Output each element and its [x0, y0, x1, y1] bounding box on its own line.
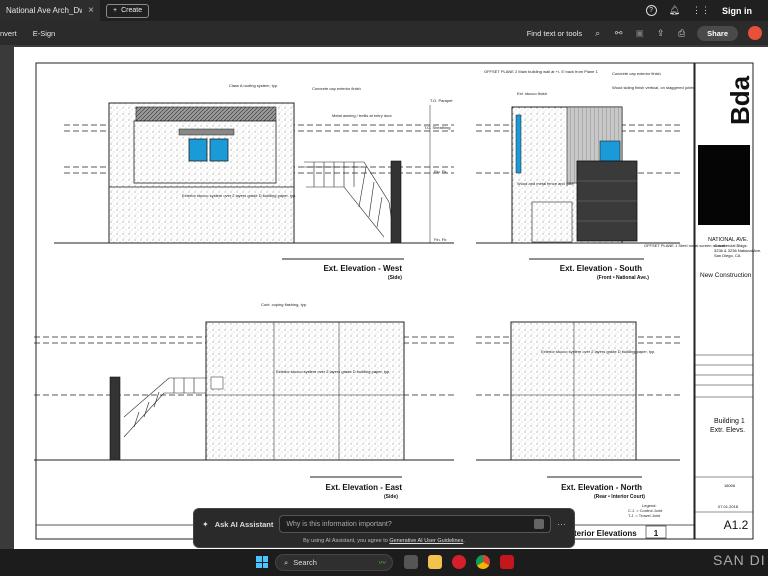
- north-elevation-subtitle: (Rear • Interior Court): [594, 494, 645, 500]
- south-elevation-title: Ext. Elevation - South: [560, 264, 642, 273]
- sheet-number: A1.2: [724, 518, 749, 532]
- sheet-title-partial: terior Elevations: [574, 529, 637, 538]
- search-icon[interactable]: ⌕: [592, 28, 603, 39]
- task-view-icon[interactable]: [404, 555, 418, 569]
- share-button[interactable]: Share: [697, 25, 738, 41]
- note-south-offset: OFFSET PLANE 2 Main building wall at +/-…: [484, 69, 599, 74]
- title-bar-right: ? 🔔︎ ⋮⋮ Sign in: [645, 5, 768, 16]
- esign-menu[interactable]: E-Sign: [25, 29, 64, 38]
- tab-title: National Ave Arch_Dwg...: [6, 6, 83, 15]
- sheet-date: 07.01.2018: [718, 504, 739, 509]
- ai-question-input[interactable]: Why is this information important?: [279, 515, 551, 533]
- plus-icon: +: [113, 7, 118, 14]
- find-tools-label[interactable]: Find text or tools: [527, 29, 582, 38]
- taskbar: ⌕ Search 〰 SAN DI: [0, 549, 768, 576]
- send-icon[interactable]: [534, 519, 544, 529]
- ai-question-placeholder: Why is this information important?: [286, 520, 392, 528]
- sheet-description: Extr. Elevs.: [710, 427, 745, 434]
- acrobat-icon[interactable]: [500, 555, 514, 569]
- document-viewport[interactable]: T.O. Parapet T.O. Sheathing Fin. Flr. Fi…: [0, 45, 768, 549]
- north-elevation: Exterior stucco system over 2 layers gra…: [476, 321, 680, 518]
- note-south-fence: Wood and metal fence and gate: [517, 181, 574, 186]
- note-west-cap: Concrete cap exterior finish: [312, 86, 361, 91]
- west-elevation-subtitle: (Side): [388, 275, 402, 281]
- bell-icon[interactable]: 🔔︎: [669, 5, 680, 16]
- convert-menu[interactable]: nvert: [0, 29, 25, 38]
- ai-assistant-icon: ✦: [202, 519, 209, 529]
- sign-in-button[interactable]: Sign in: [722, 6, 752, 16]
- level-label-parapet: T.O. Parapet: [430, 98, 453, 103]
- app-window: National Ave Arch_Dwg... × + Create ? 🔔︎…: [0, 0, 768, 576]
- upload-icon[interactable]: ⇪: [655, 28, 666, 39]
- west-elevation-title: Ext. Elevation - West: [323, 264, 402, 273]
- east-elevation-subtitle: (Side): [384, 494, 398, 500]
- search-highlight-icon: 〰: [378, 558, 387, 567]
- note-south-plane1: OFFSET PLANE 1 Steel metal screen on wal…: [644, 243, 725, 248]
- architectural-drawing: T.O. Parapet T.O. Sheathing Fin. Flr. Fi…: [34, 62, 761, 540]
- search-icon: ⌕: [284, 557, 289, 567]
- ai-assistant-label: Ask AI Assistant: [214, 519, 274, 529]
- level-label-flr2: Fin. Flr.: [434, 169, 447, 174]
- level-label-sheathing: T.O. Sheathing: [424, 125, 450, 130]
- building-label: Building 1: [714, 418, 745, 425]
- level-label-flr1: Fin. Flr.: [434, 237, 447, 242]
- help-icon[interactable]: ?: [645, 5, 657, 16]
- east-elevation-title: Ext. Elevation - East: [326, 483, 403, 492]
- create-button[interactable]: + Create: [106, 3, 150, 18]
- note-north-stucco: Exterior stucco system over 2 layers gra…: [541, 349, 655, 354]
- toolbar-right: Find text or tools ⌕ ⚯ ▣ ⇪ ⎙ Share: [527, 25, 768, 41]
- apps-grid-icon[interactable]: ⋮⋮: [692, 5, 710, 16]
- print-icon[interactable]: ⎙: [676, 28, 687, 39]
- document-tab[interactable]: National Ave Arch_Dwg... ×: [0, 0, 100, 21]
- south-elevation: Wood and metal fence and gate OFFSET PLA…: [476, 69, 725, 281]
- project-phase: New Construction: [700, 272, 752, 279]
- firm-logo: Bda: [725, 75, 755, 125]
- drawing-page: T.O. Parapet T.O. Sheathing Fin. Flr. Fi…: [14, 47, 768, 549]
- app-toolbar: nvert E-Sign Find text or tools ⌕ ⚯ ▣ ⇪ …: [0, 21, 768, 45]
- note-west-roof: Class A roofing system, typ.: [229, 83, 278, 88]
- taskbar-search[interactable]: ⌕ Search 〰: [275, 554, 393, 571]
- job-number: 18006: [724, 483, 736, 488]
- windows-start-icon[interactable]: [256, 556, 268, 568]
- taskbar-overflow-text: SAN DI: [713, 552, 766, 568]
- note-east-stucco: Exterior stucco system over 2 layers gra…: [276, 369, 390, 374]
- note-south-siding: Wood siding finish vertical, on staggere…: [612, 85, 694, 90]
- north-elevation-title: Ext. Elevation - North: [561, 483, 642, 492]
- ai-tools-icon[interactable]: ⚯: [613, 28, 624, 39]
- note-south-cap: Concrete cap exterior finish: [612, 71, 661, 76]
- legend-line-3: T.J. = Trowel Joint: [628, 513, 661, 518]
- note-west-stucco: Exterior stucco system over 2 layers gra…: [182, 193, 296, 198]
- note-west-awning: Metal awning / trellis at entry door: [332, 113, 392, 118]
- title-block: Bda NATIONAL AVE. Commercial Bldgs. 3236…: [695, 75, 761, 532]
- note-south-stucco: Ext. stucco finish: [517, 91, 547, 96]
- south-elevation-subtitle: (Front • National Ave.): [597, 275, 649, 281]
- opera-icon[interactable]: [452, 555, 466, 569]
- project-line-3: San Diego, CA: [714, 253, 741, 258]
- note-east-coping: Cont. coping flashing, typ.: [261, 302, 307, 307]
- ai-disclaimer: By using AI Assistant, you agree to Gene…: [303, 538, 465, 544]
- close-tab-icon[interactable]: ×: [88, 5, 94, 16]
- east-elevation: Cont. coping flashing, typ. Exterior stu…: [34, 302, 454, 500]
- west-elevation: T.O. Parapet T.O. Sheathing Fin. Flr. Fi…: [54, 83, 454, 281]
- save-icon[interactable]: ▣: [634, 28, 645, 39]
- ai-assistant-bar: ✦ Ask AI Assistant Why is this informati…: [193, 508, 575, 548]
- file-explorer-icon[interactable]: [428, 555, 442, 569]
- sheet-number-box: 1: [654, 529, 659, 538]
- guidelines-link[interactable]: Generative AI User Guidelines: [389, 538, 463, 544]
- more-options-icon[interactable]: ⋯: [557, 519, 566, 530]
- avatar[interactable]: [748, 26, 762, 40]
- chrome-icon[interactable]: [476, 555, 490, 569]
- title-bar: National Ave Arch_Dwg... × + Create ? 🔔︎…: [0, 0, 768, 21]
